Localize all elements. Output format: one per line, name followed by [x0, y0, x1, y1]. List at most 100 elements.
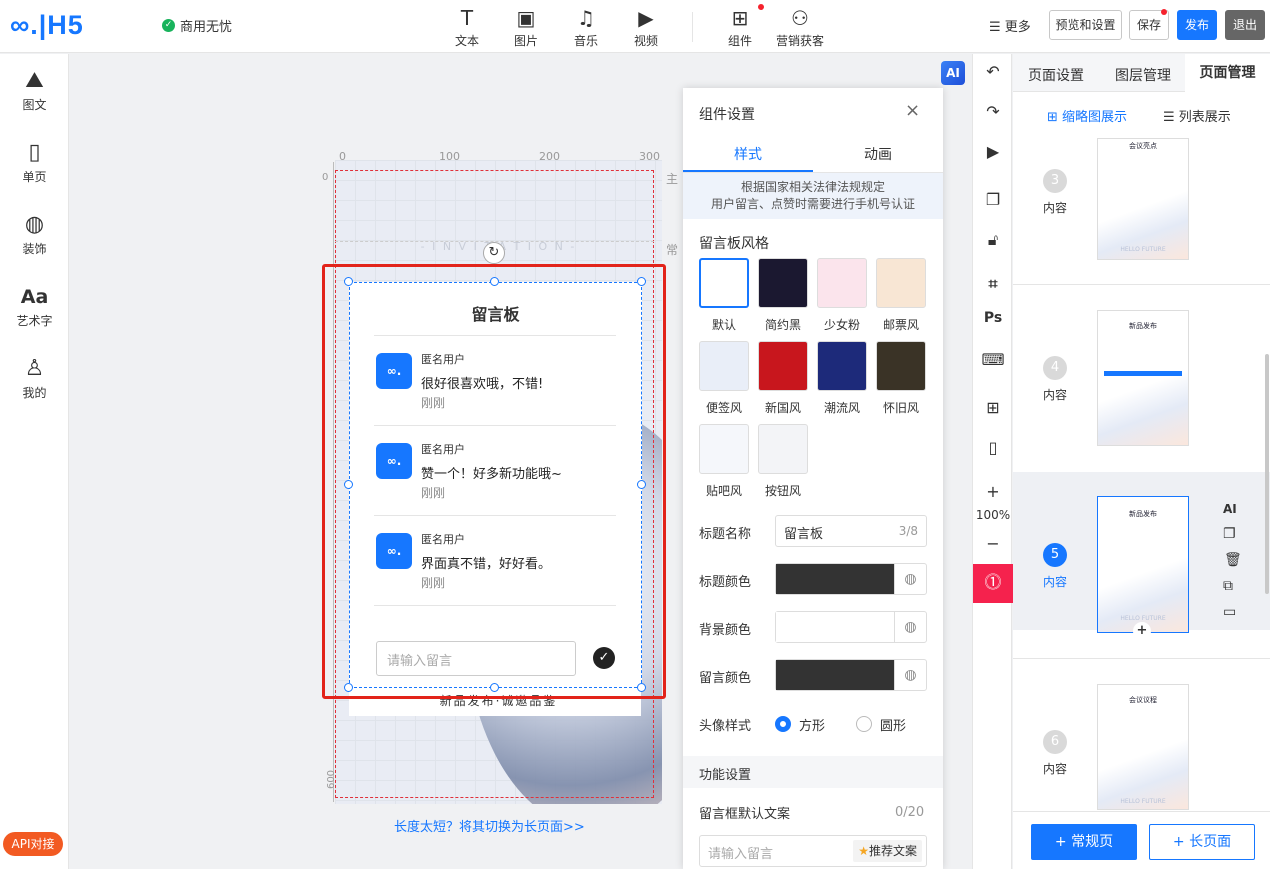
ai-page-icon[interactable]: AI	[1223, 502, 1237, 516]
add-normal-page-button[interactable]: + 常规页	[1031, 824, 1137, 860]
style-button[interactable]	[758, 424, 808, 474]
keyboard-icon[interactable]: ⌨	[973, 350, 1013, 369]
title-color-picker[interactable]: ◍	[775, 563, 927, 595]
switch-long-page-link[interactable]: 长度太短？将其切换为长页面>>	[394, 816, 585, 835]
tool-marketing[interactable]: ⚇ 营销获客	[770, 4, 830, 49]
tab-page-settings[interactable]: 页面设置	[1028, 65, 1084, 85]
page-row-selected[interactable]: 5 内容 新品发布 HELLO FUTURE + AI ❐ 🗑︎ ⧉ ▭	[1013, 472, 1270, 640]
api-button[interactable]: API对接	[3, 832, 63, 856]
resize-handle[interactable]	[637, 480, 646, 489]
play-icon[interactable]: ▶	[973, 142, 1013, 161]
photoshop-icon[interactable]: Ps	[973, 310, 1013, 326]
ruler-tick: 0	[322, 172, 329, 183]
zoom-out-icon[interactable]: −	[973, 534, 1013, 553]
undo-icon[interactable]: ↶	[973, 62, 1013, 81]
check-icon: ✓	[162, 19, 175, 32]
tool-video[interactable]: ▶ 视频	[616, 4, 676, 49]
notice-line: 根据国家相关法律法规规定	[740, 180, 885, 194]
recommend-text-button[interactable]: ★推荐文案	[853, 840, 922, 862]
text-icon: T	[460, 6, 474, 30]
sidebar-item-single-page[interactable]: ▯ 单页	[0, 138, 69, 185]
style-simple-black[interactable]	[758, 258, 808, 308]
default-text-input[interactable]: 请输入留言 ★推荐文案	[699, 835, 927, 867]
scrollbar[interactable]	[1265, 354, 1269, 594]
bg-color-picker[interactable]: ◍	[775, 611, 927, 643]
ai-assistant-button[interactable]: AI	[941, 61, 965, 85]
copy-page-icon[interactable]: ❐	[1223, 526, 1236, 542]
style-section-title: 留言板风格	[699, 236, 769, 252]
resize-handle[interactable]	[490, 277, 499, 286]
title-name-input[interactable]: 留言板 3/8	[775, 515, 927, 547]
tab-layers[interactable]: 图层管理	[1115, 65, 1171, 85]
resize-handle[interactable]	[637, 683, 646, 692]
style-trendy[interactable]	[817, 341, 867, 391]
tool-label: 营销获客	[775, 34, 824, 48]
style-note[interactable]	[699, 341, 749, 391]
style-stamp[interactable]	[876, 258, 926, 308]
scan-icon[interactable]: ⌗	[973, 274, 1013, 294]
radio-square[interactable]	[775, 716, 791, 732]
style-default[interactable]	[699, 258, 749, 308]
vertical-toolbar: ↶ ↷ ▶ ❐ 🔓︎ ⌗ Ps ⌨ ⊞ ▯ + 100% − ⓵	[972, 54, 1013, 869]
msg-color-label: 留言颜色	[699, 671, 752, 686]
page-row[interactable]: 6 内容 会议议程 HELLO FUTURE	[1013, 684, 1270, 812]
page-row[interactable]: 3 内容 会议亮点 HELLO FUTURE	[1013, 138, 1270, 284]
copy-icon[interactable]: ❐	[973, 190, 1013, 209]
tab-style[interactable]: 样式	[683, 144, 813, 164]
resize-handle[interactable]	[344, 480, 353, 489]
delete-icon[interactable]: 🗑︎	[1224, 552, 1242, 568]
style-tieba[interactable]	[699, 424, 749, 474]
color-fill	[776, 660, 894, 690]
radio-round[interactable]	[856, 716, 872, 732]
message-board[interactable]: 留言板 ∞. 匿名用户 很好很喜欢哦，不错! 刚刚 ∞. 匿名用户 赞一个！好多…	[349, 282, 642, 688]
zoom-in-icon[interactable]: +	[973, 482, 1013, 501]
rotate-icon[interactable]: ↻	[483, 242, 505, 264]
brand-logo[interactable]: ∞.|H5	[10, 10, 84, 41]
tab-page-manage[interactable]: 页面管理	[1185, 54, 1270, 92]
add-page-icon[interactable]: +	[1133, 622, 1151, 640]
view-thumbnail[interactable]: ⊞ 缩略图展示	[1047, 106, 1127, 125]
redo-icon[interactable]: ↷	[973, 102, 1013, 121]
sidebar-item-graphic[interactable]: ⛰ 图文	[0, 66, 69, 113]
grid-icon[interactable]: ⊞	[973, 398, 1013, 417]
style-girl-pink[interactable]	[817, 258, 867, 308]
left-sidebar: ⛰ 图文 ▯ 单页 ◍ 装饰 Aa 艺术字 ♙ 我的	[0, 54, 69, 869]
resize-handle[interactable]	[344, 277, 353, 286]
mobile-icon[interactable]: ▯	[973, 438, 1013, 457]
style-retro[interactable]	[876, 341, 926, 391]
alert-icon[interactable]: ⓵	[973, 564, 1013, 603]
publish-button[interactable]: 发布	[1177, 10, 1217, 40]
close-icon[interactable]: ×	[905, 100, 920, 121]
folder-icon[interactable]: ▭	[1223, 604, 1236, 620]
tool-music[interactable]: ♫ 音乐	[556, 4, 616, 49]
more-menu[interactable]: ☰ 更多	[989, 16, 1031, 35]
tool-widget[interactable]: ⊞ 组件	[710, 4, 770, 49]
resize-handle[interactable]	[344, 683, 353, 692]
sidebar-item-decoration[interactable]: ◍ 装饰	[0, 210, 69, 257]
exit-button[interactable]: 退出	[1225, 10, 1265, 40]
preview-settings-button[interactable]: 预览和设置	[1049, 10, 1122, 40]
resize-handle[interactable]	[490, 683, 499, 692]
palette-icon: ◍	[894, 612, 926, 642]
add-long-page-button[interactable]: + 长页面	[1149, 824, 1255, 860]
page-thumbnail: 会议亮点 HELLO FUTURE	[1097, 138, 1189, 260]
submit-check-icon[interactable]: ✓	[593, 647, 615, 669]
page-row[interactable]: 4 内容 新品发布	[1013, 310, 1270, 470]
recommend-label: 推荐文案	[868, 844, 917, 858]
style-label: 贴吧风	[705, 484, 742, 498]
tool-image[interactable]: ▣ 图片	[496, 4, 556, 49]
msg-color-picker[interactable]: ◍	[775, 659, 927, 691]
tab-animation[interactable]: 动画	[813, 144, 943, 164]
page-thumbnail: 会议议程 HELLO FUTURE	[1097, 684, 1189, 810]
tool-text[interactable]: T 文本	[437, 4, 497, 49]
lock-icon[interactable]: 🔓︎	[973, 230, 1013, 250]
style-guofeng[interactable]	[758, 341, 808, 391]
message-input[interactable]: 请输入留言	[376, 641, 576, 676]
view-list[interactable]: ☰ 列表展示	[1163, 106, 1231, 125]
sidebar-item-art-text[interactable]: Aa 艺术字	[0, 282, 69, 329]
message-time: 刚刚	[421, 486, 446, 500]
sidebar-item-mine[interactable]: ♙ 我的	[0, 354, 69, 401]
duplicate-icon[interactable]: ⧉	[1223, 578, 1233, 594]
commercial-badge-label: 商用无忧	[180, 20, 233, 35]
resize-handle[interactable]	[637, 277, 646, 286]
